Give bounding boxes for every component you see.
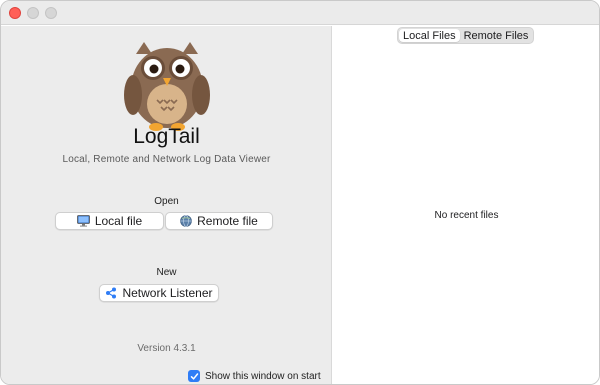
- close-window-button[interactable]: [9, 7, 21, 19]
- recent-files-panel: Local Files Remote Files No recent files: [332, 26, 599, 384]
- owl-logo-icon: [124, 42, 210, 131]
- local-file-label: Local file: [94, 214, 143, 228]
- app-subtitle: Local, Remote and Network Log Data Viewe…: [62, 154, 271, 165]
- network-listener-label: Network Listener: [122, 286, 213, 300]
- open-section-label: Open: [154, 196, 179, 207]
- recent-files-tabs: Local Files Remote Files: [397, 27, 535, 44]
- show-on-start-label: Show this window on start: [205, 370, 321, 382]
- checkmark-icon: [190, 372, 198, 380]
- welcome-panel: LogTail Local, Remote and Network Log Da…: [1, 26, 332, 384]
- title-bar: [1, 1, 599, 25]
- zoom-window-button[interactable]: [45, 7, 57, 19]
- tab-remote-files[interactable]: Remote Files: [460, 29, 533, 42]
- share-icon: [105, 287, 117, 299]
- new-section-label: New: [156, 267, 177, 278]
- show-on-start-row[interactable]: Show this window on start: [188, 370, 321, 382]
- local-file-button[interactable]: Local file: [55, 212, 164, 230]
- network-listener-button[interactable]: Network Listener: [99, 284, 219, 302]
- minimize-window-button[interactable]: [27, 7, 39, 19]
- no-recent-files-text: No recent files: [434, 210, 499, 221]
- remote-file-label: Remote file: [197, 214, 258, 228]
- computer-icon: [76, 215, 90, 227]
- tab-local-files[interactable]: Local Files: [399, 29, 460, 42]
- globe-icon: [180, 215, 192, 227]
- remote-file-button[interactable]: Remote file: [165, 212, 273, 230]
- app-window: LogTail Local, Remote and Network Log Da…: [0, 0, 600, 385]
- version-text: Version 4.3.1: [137, 343, 196, 354]
- show-on-start-checkbox[interactable]: [188, 370, 200, 382]
- app-title: LogTail: [133, 125, 200, 148]
